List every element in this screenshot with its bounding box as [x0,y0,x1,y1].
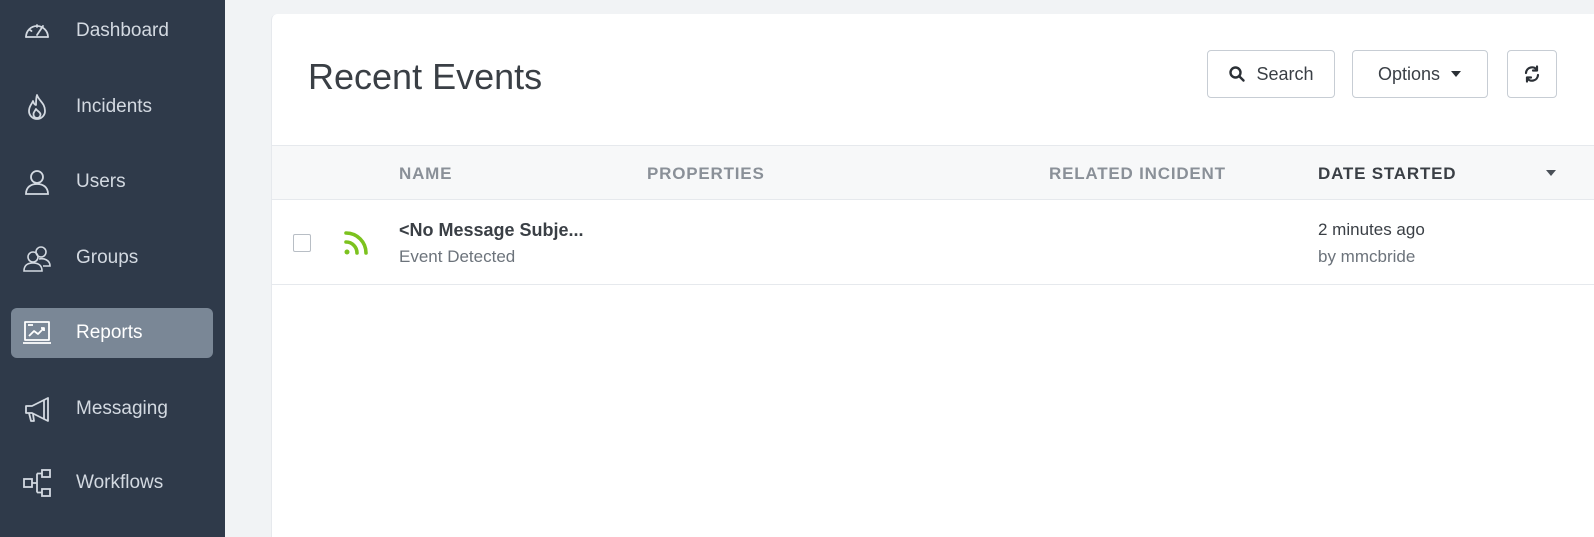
flame-icon [21,91,53,123]
sidebar-item-workflows[interactable]: Workflows [11,458,213,508]
sidebar-item-label: Reports [76,322,143,343]
column-header-related-incident[interactable]: RELATED INCIDENT [1049,164,1226,184]
refresh-button[interactable] [1507,50,1557,98]
sidebar-item-reports[interactable]: Reports [11,308,213,358]
users-group-icon [21,242,53,274]
sidebar-item-messaging[interactable]: Messaging [11,384,213,434]
sidebar-item-label: Incidents [76,96,153,117]
event-date-started: 2 minutes ago [1318,220,1425,239]
sidebar-item-dashboard[interactable]: Dashboard [11,6,213,56]
sidebar-item-label: Messaging [76,398,168,419]
refresh-icon [1523,65,1541,83]
caret-down-icon [1450,70,1462,78]
sidebar-item-groups[interactable]: Groups [11,233,213,283]
sidebar-item-label: Users [76,171,126,192]
event-status: Event Detected [399,247,516,266]
speedometer-icon [21,15,53,47]
recent-events-panel: Recent Events Search Options NAME PROPER… [271,14,1594,537]
search-button-label: Search [1256,63,1314,84]
options-dropdown-button[interactable]: Options [1352,50,1488,98]
options-button-label: Options [1377,63,1441,84]
event-name-link[interactable]: <No Message Subje... [399,220,584,241]
row-select-checkbox[interactable] [293,234,311,252]
column-header-date-started[interactable]: DATE STARTED [1318,164,1456,184]
report-chart-icon [21,317,53,349]
table-row[interactable]: <No Message Subje... Event Detected 2 mi… [272,200,1594,285]
sidebar: Dashboard Incidents Users Groups Reports… [0,0,225,537]
rss-feed-icon [343,230,369,256]
sidebar-item-label: Dashboard [76,20,169,41]
column-header-name[interactable]: NAME [399,164,452,184]
sidebar-item-label: Workflows [76,472,164,493]
megaphone-icon [21,393,53,425]
user-icon [21,166,53,198]
sidebar-item-users[interactable]: Users [11,157,213,207]
workflow-icon [21,467,53,499]
search-icon [1228,65,1246,83]
search-button[interactable]: Search [1207,50,1335,98]
sidebar-item-label: Groups [76,247,139,268]
event-started-by: by mmcbride [1318,247,1416,266]
sort-descending-icon[interactable] [1546,170,1556,176]
sidebar-item-incidents[interactable]: Incidents [11,82,213,132]
column-header-properties[interactable]: PROPERTIES [647,164,765,184]
events-table-header: NAME PROPERTIES RELATED INCIDENT DATE ST… [272,145,1594,200]
app-window: Dashboard Incidents Users Groups Reports… [0,0,1594,537]
page-title: Recent Events [308,56,543,97]
